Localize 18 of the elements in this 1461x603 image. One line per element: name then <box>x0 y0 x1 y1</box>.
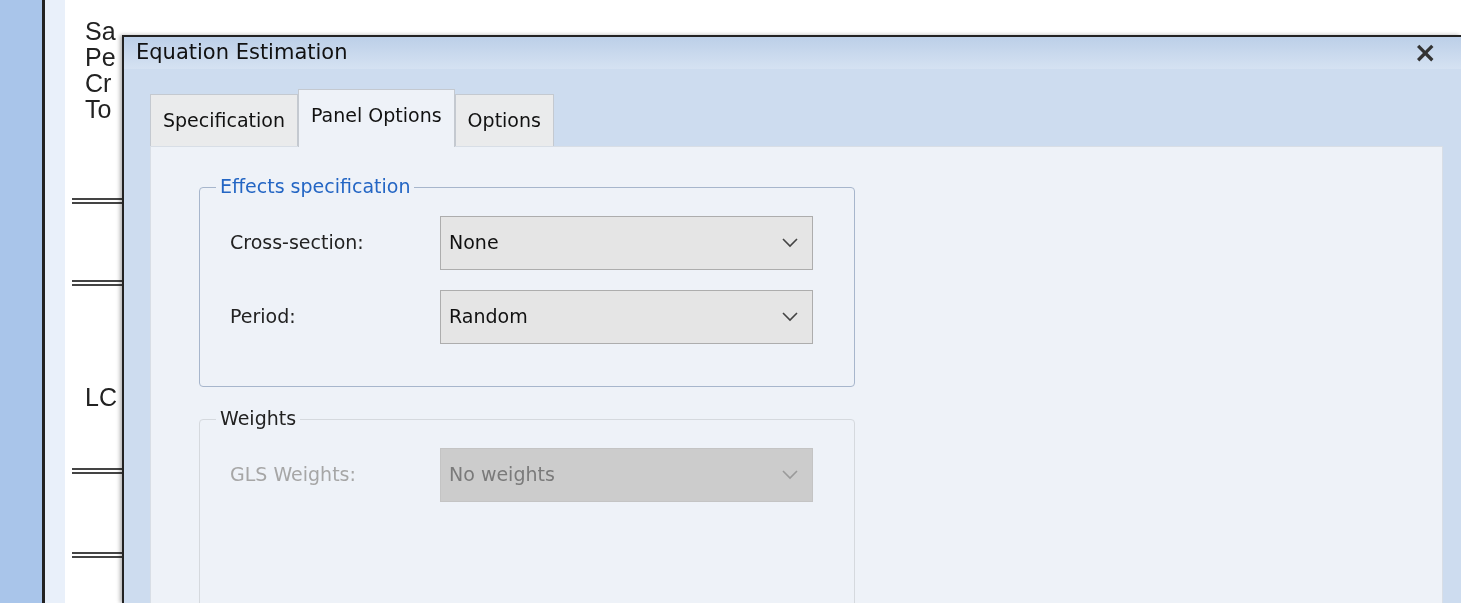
chevron-down-icon <box>782 469 798 480</box>
document-text: Pe <box>85 44 116 70</box>
chevron-down-icon <box>782 311 798 322</box>
dropdown[interactable]: None <box>440 215 813 270</box>
tab[interactable]: Options <box>454 93 554 146</box>
dropdown[interactable]: Random <box>440 289 813 344</box>
field-label: GLS Weights: <box>230 462 357 488</box>
window-title: Equation Estimation <box>136 39 348 66</box>
document-text: LC <box>85 384 117 410</box>
chevron-down-icon <box>782 237 798 248</box>
document-text: Sa <box>85 18 116 44</box>
tab[interactable]: Specification <box>150 93 298 146</box>
field-label: Cross-section: <box>230 230 365 256</box>
field-label: Period: <box>230 304 297 330</box>
document-text: To <box>85 96 112 122</box>
tab[interactable]: Panel Options <box>298 88 455 147</box>
close-button[interactable]: × <box>1413 38 1437 67</box>
document-text: Cr <box>85 70 112 96</box>
